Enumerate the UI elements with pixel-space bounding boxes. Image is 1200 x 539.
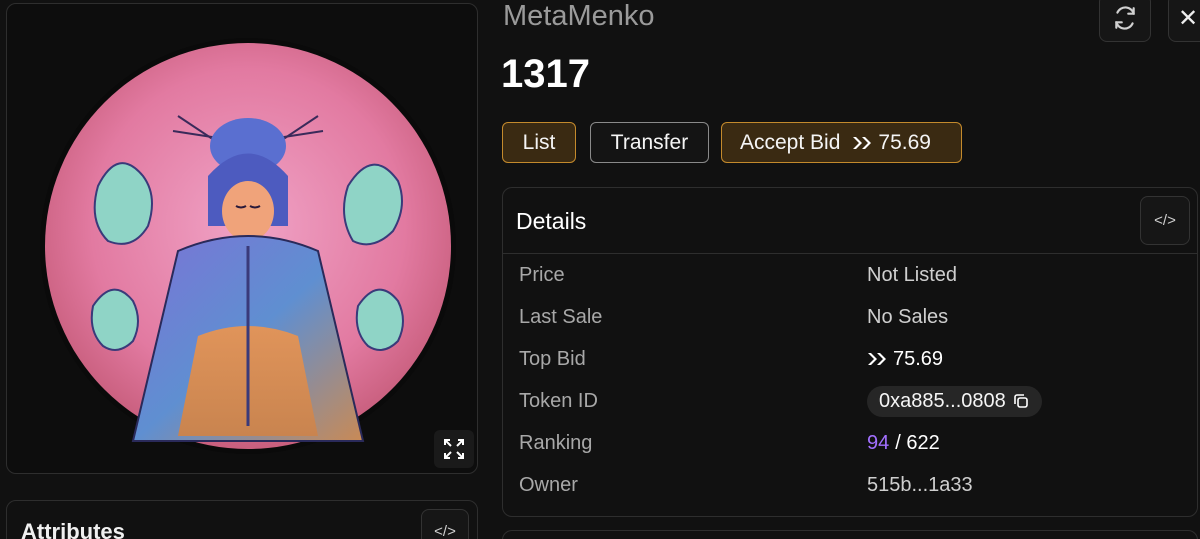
detail-row-ranking: Ranking 94 / 622	[519, 422, 1189, 464]
owner-label: Owner	[519, 473, 578, 496]
ranking-position: 94	[867, 431, 890, 454]
token-id-label: Token ID	[519, 389, 598, 412]
details-card: Details </> Price Not Listed Last Sale N…	[502, 187, 1198, 517]
top-bid-label: Top Bid	[519, 347, 586, 370]
detail-row-token-id: Token ID 0xa885...0808	[519, 380, 1189, 422]
expand-button[interactable]	[434, 430, 474, 468]
details-header: Details </>	[503, 188, 1197, 254]
ranking-value-wrap: 94 / 622	[867, 432, 940, 455]
close-button[interactable]: ✕	[1168, 0, 1200, 42]
attributes-card: Attributes </>	[6, 500, 478, 539]
refresh-button[interactable]	[1099, 0, 1151, 42]
token-id-value-wrap: 0xa885...0808	[867, 385, 1042, 417]
collection-name[interactable]: MetaMenko	[503, 0, 655, 33]
nft-image[interactable]	[38, 36, 458, 456]
owner-address[interactable]: 515b...1a33	[867, 474, 973, 497]
price-value: Not Listed	[867, 263, 958, 286]
top-bid-value-wrap: 75.69	[867, 348, 943, 371]
details-code-button[interactable]: </>	[1140, 196, 1190, 245]
accept-bid-button[interactable]: Accept Bid 75.69	[721, 122, 962, 163]
copy-icon	[1013, 394, 1028, 408]
detail-row-owner: Owner 515b...1a33	[519, 464, 1189, 506]
expand-icon	[444, 439, 464, 459]
last-sale-label: Last Sale	[519, 305, 603, 328]
top-bid-value: 75.69	[893, 347, 944, 370]
details-title: Details	[516, 208, 587, 234]
list-button-label: List	[522, 130, 556, 154]
attributes-code-button[interactable]: </>	[421, 509, 469, 539]
detail-row-price: Price Not Listed	[519, 254, 1189, 296]
transfer-button[interactable]: Transfer	[590, 122, 709, 163]
nft-image-card	[6, 3, 478, 474]
token-title: 1317	[501, 52, 590, 96]
refresh-icon	[1115, 6, 1135, 30]
ranking-label: Ranking	[519, 431, 593, 454]
ranking-total: / 622	[895, 431, 940, 454]
token-id-copy-chip[interactable]: 0xa885...0808	[867, 385, 1042, 417]
accept-bid-amount-chip: 75.69	[852, 131, 931, 155]
token-id-value: 0xa885...0808	[879, 389, 1006, 412]
next-section-card	[502, 530, 1198, 539]
accept-bid-amount: 75.69	[878, 130, 931, 154]
detail-row-top-bid: Top Bid 75.69	[519, 338, 1189, 380]
last-sale-value: No Sales	[867, 305, 949, 328]
list-button[interactable]: List	[502, 122, 576, 163]
close-icon: ✕	[1177, 4, 1199, 32]
transfer-button-label: Transfer	[610, 130, 689, 154]
currency-icon	[853, 136, 872, 149]
accept-bid-label: Accept Bid	[740, 130, 841, 154]
price-label: Price	[519, 263, 565, 286]
code-icon: </>	[1154, 212, 1176, 229]
code-icon: </>	[434, 522, 456, 539]
detail-row-last-sale: Last Sale No Sales	[519, 296, 1189, 338]
currency-icon	[868, 353, 886, 365]
attributes-title: Attributes	[21, 519, 125, 539]
